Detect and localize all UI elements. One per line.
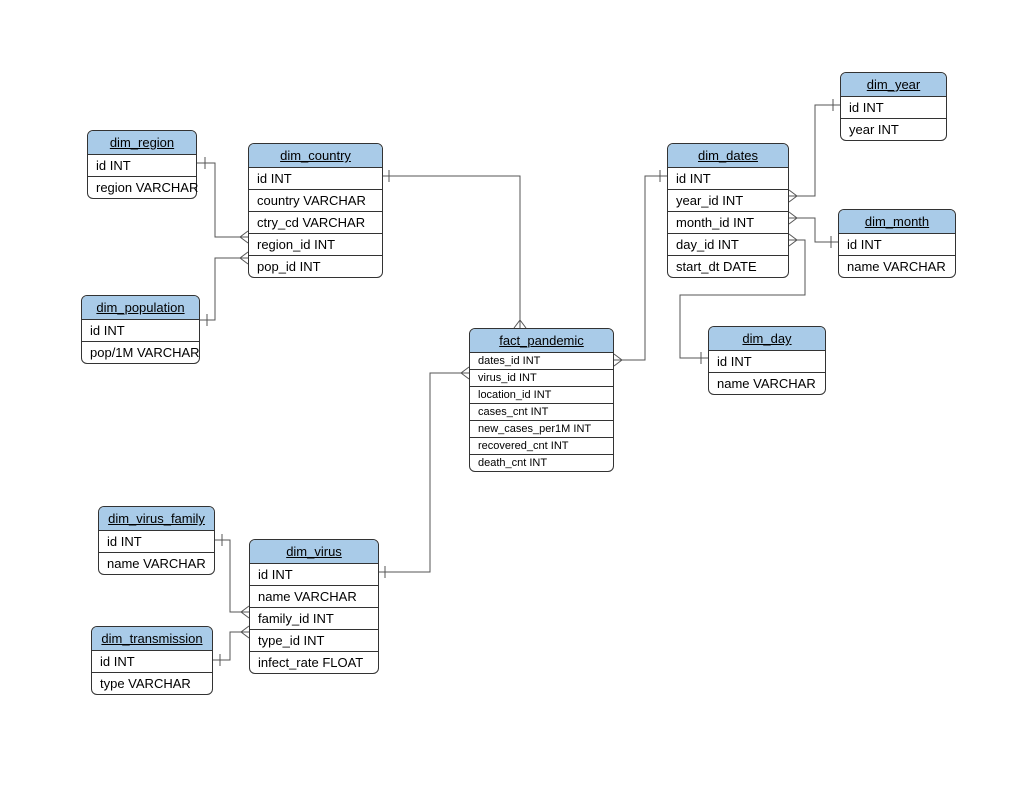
entity-column: new_cases_per1M INT: [470, 421, 613, 438]
entity-column: id INT: [249, 168, 382, 190]
entity-column: id INT: [82, 320, 199, 342]
entity-title: dim_transmission: [92, 627, 212, 651]
entity-title: dim_region: [88, 131, 196, 155]
entity-column: name VARCHAR: [839, 256, 955, 277]
entity-column: id INT: [88, 155, 196, 177]
entity-column: dates_id INT: [470, 353, 613, 370]
entity-column: location_id INT: [470, 387, 613, 404]
entity-title: dim_day: [709, 327, 825, 351]
entity-fact-pandemic[interactable]: fact_pandemic dates_id INT virus_id INT …: [469, 328, 614, 472]
entity-column: family_id INT: [250, 608, 378, 630]
entity-column: region VARCHAR: [88, 177, 196, 198]
entity-dim-day[interactable]: dim_day id INT name VARCHAR: [708, 326, 826, 395]
entity-column: id INT: [92, 651, 212, 673]
entity-title: dim_country: [249, 144, 382, 168]
entity-column: id INT: [668, 168, 788, 190]
entity-column: recovered_cnt INT: [470, 438, 613, 455]
entity-title: fact_pandemic: [470, 329, 613, 353]
entity-dim-virus[interactable]: dim_virus id INT name VARCHAR family_id …: [249, 539, 379, 674]
entity-column: id INT: [839, 234, 955, 256]
entity-column: pop_id INT: [249, 256, 382, 277]
entity-title: dim_virus: [250, 540, 378, 564]
entity-dim-dates[interactable]: dim_dates id INT year_id INT month_id IN…: [667, 143, 789, 278]
entity-column: type VARCHAR: [92, 673, 212, 694]
entity-dim-population[interactable]: dim_population id INT pop/1M VARCHAR: [81, 295, 200, 364]
entity-column: name VARCHAR: [99, 553, 214, 574]
entity-column: id INT: [709, 351, 825, 373]
entity-dim-year[interactable]: dim_year id INT year INT: [840, 72, 947, 141]
entity-column: region_id INT: [249, 234, 382, 256]
entity-column: id INT: [841, 97, 946, 119]
entity-column: id INT: [99, 531, 214, 553]
entity-dim-month[interactable]: dim_month id INT name VARCHAR: [838, 209, 956, 278]
entity-column: infect_rate FLOAT: [250, 652, 378, 673]
entity-column: country VARCHAR: [249, 190, 382, 212]
entity-column: virus_id INT: [470, 370, 613, 387]
entity-title: dim_population: [82, 296, 199, 320]
entity-title: dim_dates: [668, 144, 788, 168]
entity-column: start_dt DATE: [668, 256, 788, 277]
entity-title: dim_month: [839, 210, 955, 234]
entity-column: month_id INT: [668, 212, 788, 234]
entity-dim-region[interactable]: dim_region id INT region VARCHAR: [87, 130, 197, 199]
entity-column: name VARCHAR: [250, 586, 378, 608]
entity-title: dim_virus_family: [99, 507, 214, 531]
entity-column: death_cnt INT: [470, 455, 613, 471]
entity-dim-transmission[interactable]: dim_transmission id INT type VARCHAR: [91, 626, 213, 695]
entity-column: name VARCHAR: [709, 373, 825, 394]
entity-column: day_id INT: [668, 234, 788, 256]
entity-dim-country[interactable]: dim_country id INT country VARCHAR ctry_…: [248, 143, 383, 278]
entity-dim-virus-family[interactable]: dim_virus_family id INT name VARCHAR: [98, 506, 215, 575]
entity-title: dim_year: [841, 73, 946, 97]
entity-column: pop/1M VARCHAR: [82, 342, 199, 363]
entity-column: year_id INT: [668, 190, 788, 212]
entity-column: cases_cnt INT: [470, 404, 613, 421]
entity-column: type_id INT: [250, 630, 378, 652]
entity-column: ctry_cd VARCHAR: [249, 212, 382, 234]
entity-column: id INT: [250, 564, 378, 586]
entity-column: year INT: [841, 119, 946, 140]
